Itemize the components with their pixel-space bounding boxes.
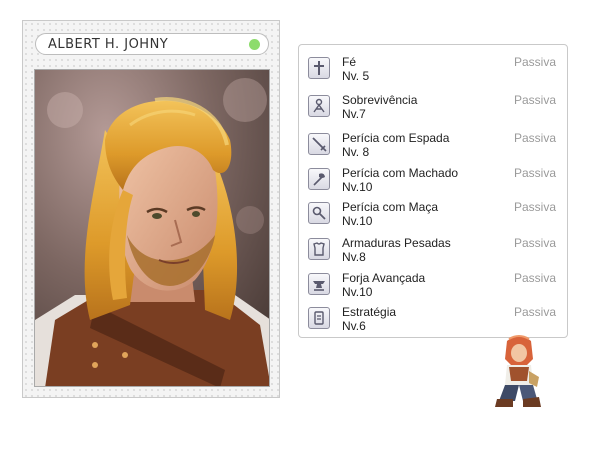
armor-icon (308, 238, 330, 260)
survival-icon (308, 95, 330, 117)
sword-icon (308, 133, 330, 155)
cross-icon (308, 57, 330, 79)
skill-row[interactable]: Fé Nv. 5 Passiva (299, 53, 567, 87)
skill-name: Fé (342, 55, 357, 69)
skill-type: Passiva (513, 166, 556, 180)
skill-level: Nv.10 (342, 180, 373, 194)
skill-type: Passiva (513, 236, 556, 250)
mace-icon (308, 202, 330, 224)
skill-type: Passiva (513, 305, 556, 319)
skills-panel: Fé Nv. 5 Passiva Sobrevivência Nv.7 Pass… (298, 44, 568, 338)
skill-type: Passiva (513, 55, 556, 69)
skill-name: Estratégia (342, 305, 397, 319)
skill-level: Nv. 8 (342, 145, 370, 159)
skill-level: Nv.10 (342, 285, 373, 299)
skill-name: Perícia com Maça (342, 200, 439, 214)
skill-row[interactable]: Perícia com Maça Nv.10 Passiva (299, 198, 567, 232)
skill-level: Nv.10 (342, 214, 373, 228)
anvil-icon (308, 273, 330, 295)
skill-name: Perícia com Espada (342, 131, 450, 145)
character-sprite (493, 331, 545, 409)
skill-level: Nv.8 (342, 250, 366, 264)
skill-level: Nv.6 (342, 319, 366, 333)
skill-type: Passiva (513, 131, 556, 145)
skill-row[interactable]: Forja Avançada Nv.10 Passiva (299, 269, 567, 303)
strategy-icon (308, 307, 330, 329)
character-card: ALBERT H. JOHNY (22, 20, 280, 398)
skill-name: Forja Avançada (342, 271, 426, 285)
skill-level: Nv.7 (342, 107, 366, 121)
skill-name: Armaduras Pesadas (342, 236, 451, 250)
character-name: ALBERT H. JOHNY (48, 37, 169, 52)
skill-row[interactable]: Perícia com Machado Nv.10 Passiva (299, 164, 567, 198)
online-status-indicator (249, 39, 260, 50)
skill-type: Passiva (513, 271, 556, 285)
skill-level: Nv. 5 (342, 69, 370, 83)
skill-row[interactable]: Armaduras Pesadas Nv.8 Passiva (299, 234, 567, 268)
skill-type: Passiva (513, 200, 556, 214)
skill-row[interactable]: Sobrevivência Nv.7 Passiva (299, 91, 567, 125)
skill-name: Sobrevivência (342, 93, 418, 107)
axe-icon (308, 168, 330, 190)
character-portrait (34, 69, 270, 387)
skill-name: Perícia com Machado (342, 166, 459, 180)
character-name-bar: ALBERT H. JOHNY (35, 33, 269, 55)
skill-row[interactable]: Perícia com Espada Nv. 8 Passiva (299, 129, 567, 163)
skill-type: Passiva (513, 93, 556, 107)
